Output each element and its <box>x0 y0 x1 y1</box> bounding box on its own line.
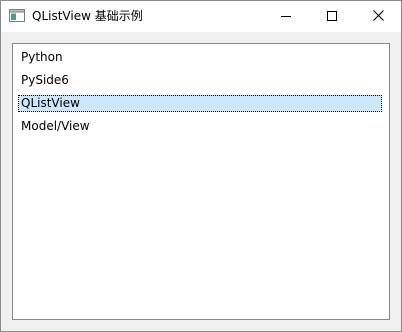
maximize-icon <box>327 10 337 24</box>
window-client-area: Python PySide6 QListView Model/View <box>1 32 401 331</box>
close-icon <box>372 9 384 24</box>
list-item-python[interactable]: Python <box>18 49 382 66</box>
list-item-qlistview[interactable]: QListView <box>18 95 382 112</box>
minimize-icon <box>281 10 291 24</box>
list-view[interactable]: Python PySide6 QListView Model/View <box>12 43 390 320</box>
close-button[interactable] <box>355 1 401 32</box>
list-item-model-view[interactable]: Model/View <box>18 118 382 135</box>
maximize-button[interactable] <box>309 1 355 32</box>
title-bar[interactable]: QListView 基础示例 <box>1 1 401 32</box>
window-title: QListView 基础示例 <box>32 9 143 23</box>
main-window: QListView 基础示例 Python PySide6 QListView <box>0 0 402 332</box>
app-window-icon <box>9 9 25 22</box>
minimize-button[interactable] <box>263 1 309 32</box>
list-item-pyside6[interactable]: PySide6 <box>18 72 382 89</box>
